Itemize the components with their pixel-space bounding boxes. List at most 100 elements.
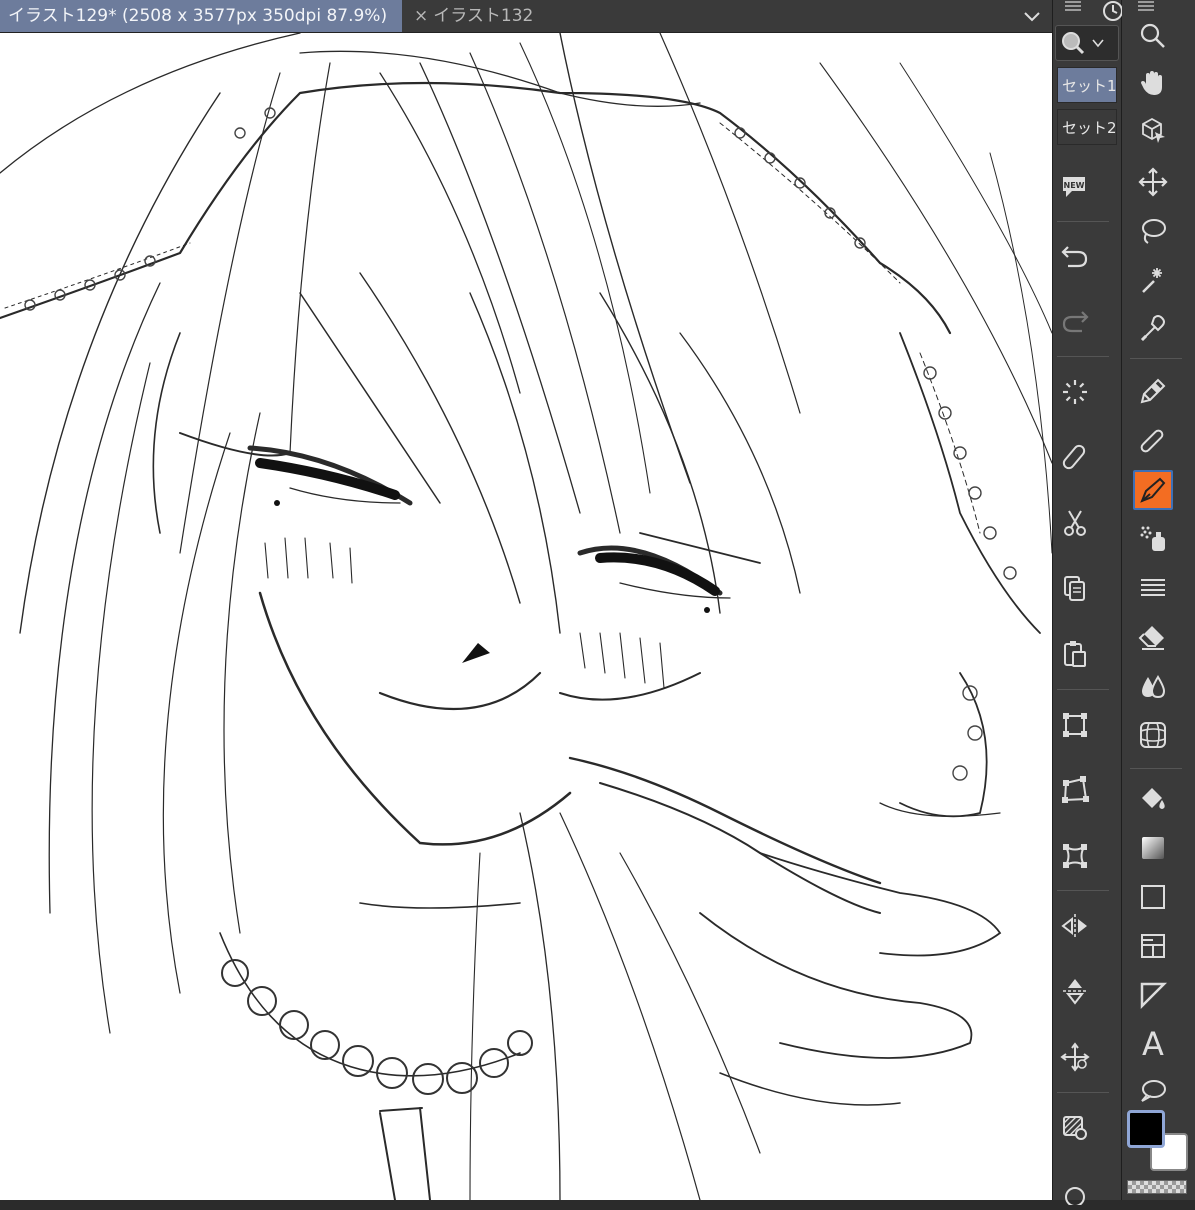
lasso-icon (1142, 219, 1166, 244)
tool-brush-selected[interactable] (1133, 470, 1173, 510)
tool-figure[interactable] (1133, 715, 1173, 755)
brush-icon (1140, 477, 1166, 503)
tool-pencil[interactable] (1133, 421, 1173, 461)
tool-fill[interactable] (1133, 779, 1173, 819)
tool-auto-select[interactable] (1133, 260, 1173, 300)
magnifier-icon (1062, 32, 1085, 55)
layer-settings-icon (1063, 1116, 1087, 1140)
tool-frame[interactable] (1133, 926, 1173, 966)
tool-ruler[interactable] (1133, 975, 1173, 1015)
tool-balloon[interactable] (1133, 1072, 1173, 1112)
document-tab-bar: イラスト129* (2508 x 3577px 350dpi 87.9%) × イ… (0, 0, 1052, 33)
scale-button[interactable] (1055, 705, 1095, 745)
eyedropper-icon (1140, 315, 1165, 342)
layer-settings-button[interactable] (1055, 1108, 1095, 1148)
foreground-color-swatch[interactable] (1127, 1110, 1165, 1148)
gradient-icon (1142, 837, 1164, 859)
tab-inactive-label: イラスト132 (433, 6, 534, 26)
tool-blend[interactable] (1133, 666, 1173, 706)
tool-lasso[interactable] (1133, 211, 1173, 251)
new-icon: NEW (1063, 177, 1085, 197)
pencil-icon (1140, 429, 1164, 453)
move-layer-button[interactable] (1055, 1037, 1095, 1077)
auto-select-icon (1142, 268, 1162, 293)
new-badge-text: NEW (1064, 181, 1085, 190)
tab-inactive-document[interactable]: × イラスト132 (408, 0, 568, 32)
flip-vertical-icon (1063, 979, 1087, 1005)
copy-button[interactable] (1055, 568, 1095, 608)
eraser-icon (1138, 626, 1164, 650)
sketch-artwork (0, 33, 1052, 1200)
separator (1130, 358, 1182, 359)
flip-horizontal-button[interactable] (1055, 906, 1095, 946)
undo-button[interactable] (1055, 236, 1095, 276)
search-combo[interactable] (1055, 25, 1119, 61)
tool-object-select[interactable] (1133, 110, 1173, 150)
flip-vertical-button[interactable] (1055, 971, 1095, 1011)
tool-eyedropper[interactable] (1133, 309, 1173, 349)
loading-icon (1063, 380, 1087, 404)
tool-move[interactable] (1133, 162, 1173, 202)
move-layer-icon (1060, 1042, 1090, 1072)
object-select-icon (1142, 117, 1165, 143)
set-tab-1[interactable]: セット1 (1057, 67, 1117, 103)
new-button[interactable]: NEW (1055, 166, 1095, 206)
tool-pen[interactable] (1133, 371, 1173, 411)
redo-button[interactable] (1055, 301, 1095, 341)
mesh-transform-icon (1063, 844, 1087, 868)
tool-decoration[interactable] (1133, 568, 1173, 608)
separator (1057, 221, 1109, 222)
more-button[interactable] (1055, 1170, 1095, 1210)
mesh-transform-button[interactable] (1055, 836, 1095, 876)
set-tab-2-label: セット2 (1062, 119, 1117, 137)
figure-icon (1140, 722, 1166, 748)
chevron-down-icon (1092, 39, 1104, 48)
free-transform-button[interactable] (1055, 770, 1095, 810)
clear-button[interactable] (1055, 437, 1095, 477)
transparent-color-swatch[interactable] (1127, 1180, 1187, 1194)
set-tab-2[interactable]: セット2 (1057, 109, 1117, 145)
zoom-icon (1140, 23, 1165, 48)
hand-icon (1141, 71, 1162, 95)
tool-gradient[interactable] (1133, 828, 1173, 868)
loading-button[interactable] (1055, 372, 1095, 412)
tool-text[interactable]: A (1133, 1024, 1173, 1064)
flip-horizontal-icon (1061, 914, 1087, 938)
text-icon: A (1142, 1025, 1164, 1063)
separator (1130, 768, 1182, 769)
menu-icon[interactable] (1137, 0, 1155, 12)
close-tab-icon[interactable]: × (414, 6, 428, 26)
tool-hand[interactable] (1133, 63, 1173, 103)
separator (1057, 689, 1109, 690)
copy-icon (1064, 576, 1085, 601)
move-icon (1138, 167, 1168, 197)
paste-icon (1064, 641, 1086, 667)
rectangle-icon (1141, 885, 1165, 909)
blend-icon (1142, 675, 1166, 699)
tool-rectangle[interactable] (1133, 877, 1173, 917)
eraser-clear-icon (1062, 444, 1086, 470)
tool-eraser[interactable] (1133, 617, 1173, 657)
tool-zoom[interactable] (1133, 16, 1173, 56)
tab-active-label: イラスト129* (2508 x 3577px 350dpi 87.9%) (8, 6, 388, 26)
free-transform-icon (1062, 776, 1089, 803)
menu-icon[interactable] (1064, 0, 1082, 12)
paste-button[interactable] (1055, 634, 1095, 674)
airbrush-icon (1140, 526, 1165, 551)
drawing-canvas[interactable] (0, 33, 1052, 1200)
transform-icon (1063, 713, 1087, 737)
tab-active-document[interactable]: イラスト129* (2508 x 3577px 350dpi 87.9%) (0, 0, 402, 32)
ruler-icon (1140, 982, 1168, 1010)
separator (1057, 356, 1109, 357)
cut-button[interactable] (1055, 503, 1095, 543)
balloon-icon (1141, 1080, 1166, 1102)
undo-icon (1061, 246, 1088, 268)
tool-airbrush[interactable] (1133, 519, 1173, 559)
circle-icon (1065, 1187, 1085, 1205)
redo-icon (1062, 311, 1089, 333)
chevron-down-icon[interactable] (1022, 6, 1042, 26)
decoration-icon (1141, 579, 1165, 596)
cut-icon (1064, 510, 1086, 536)
set-tab-1-label: セット1 (1062, 77, 1117, 95)
clock-icon[interactable] (1102, 0, 1124, 22)
